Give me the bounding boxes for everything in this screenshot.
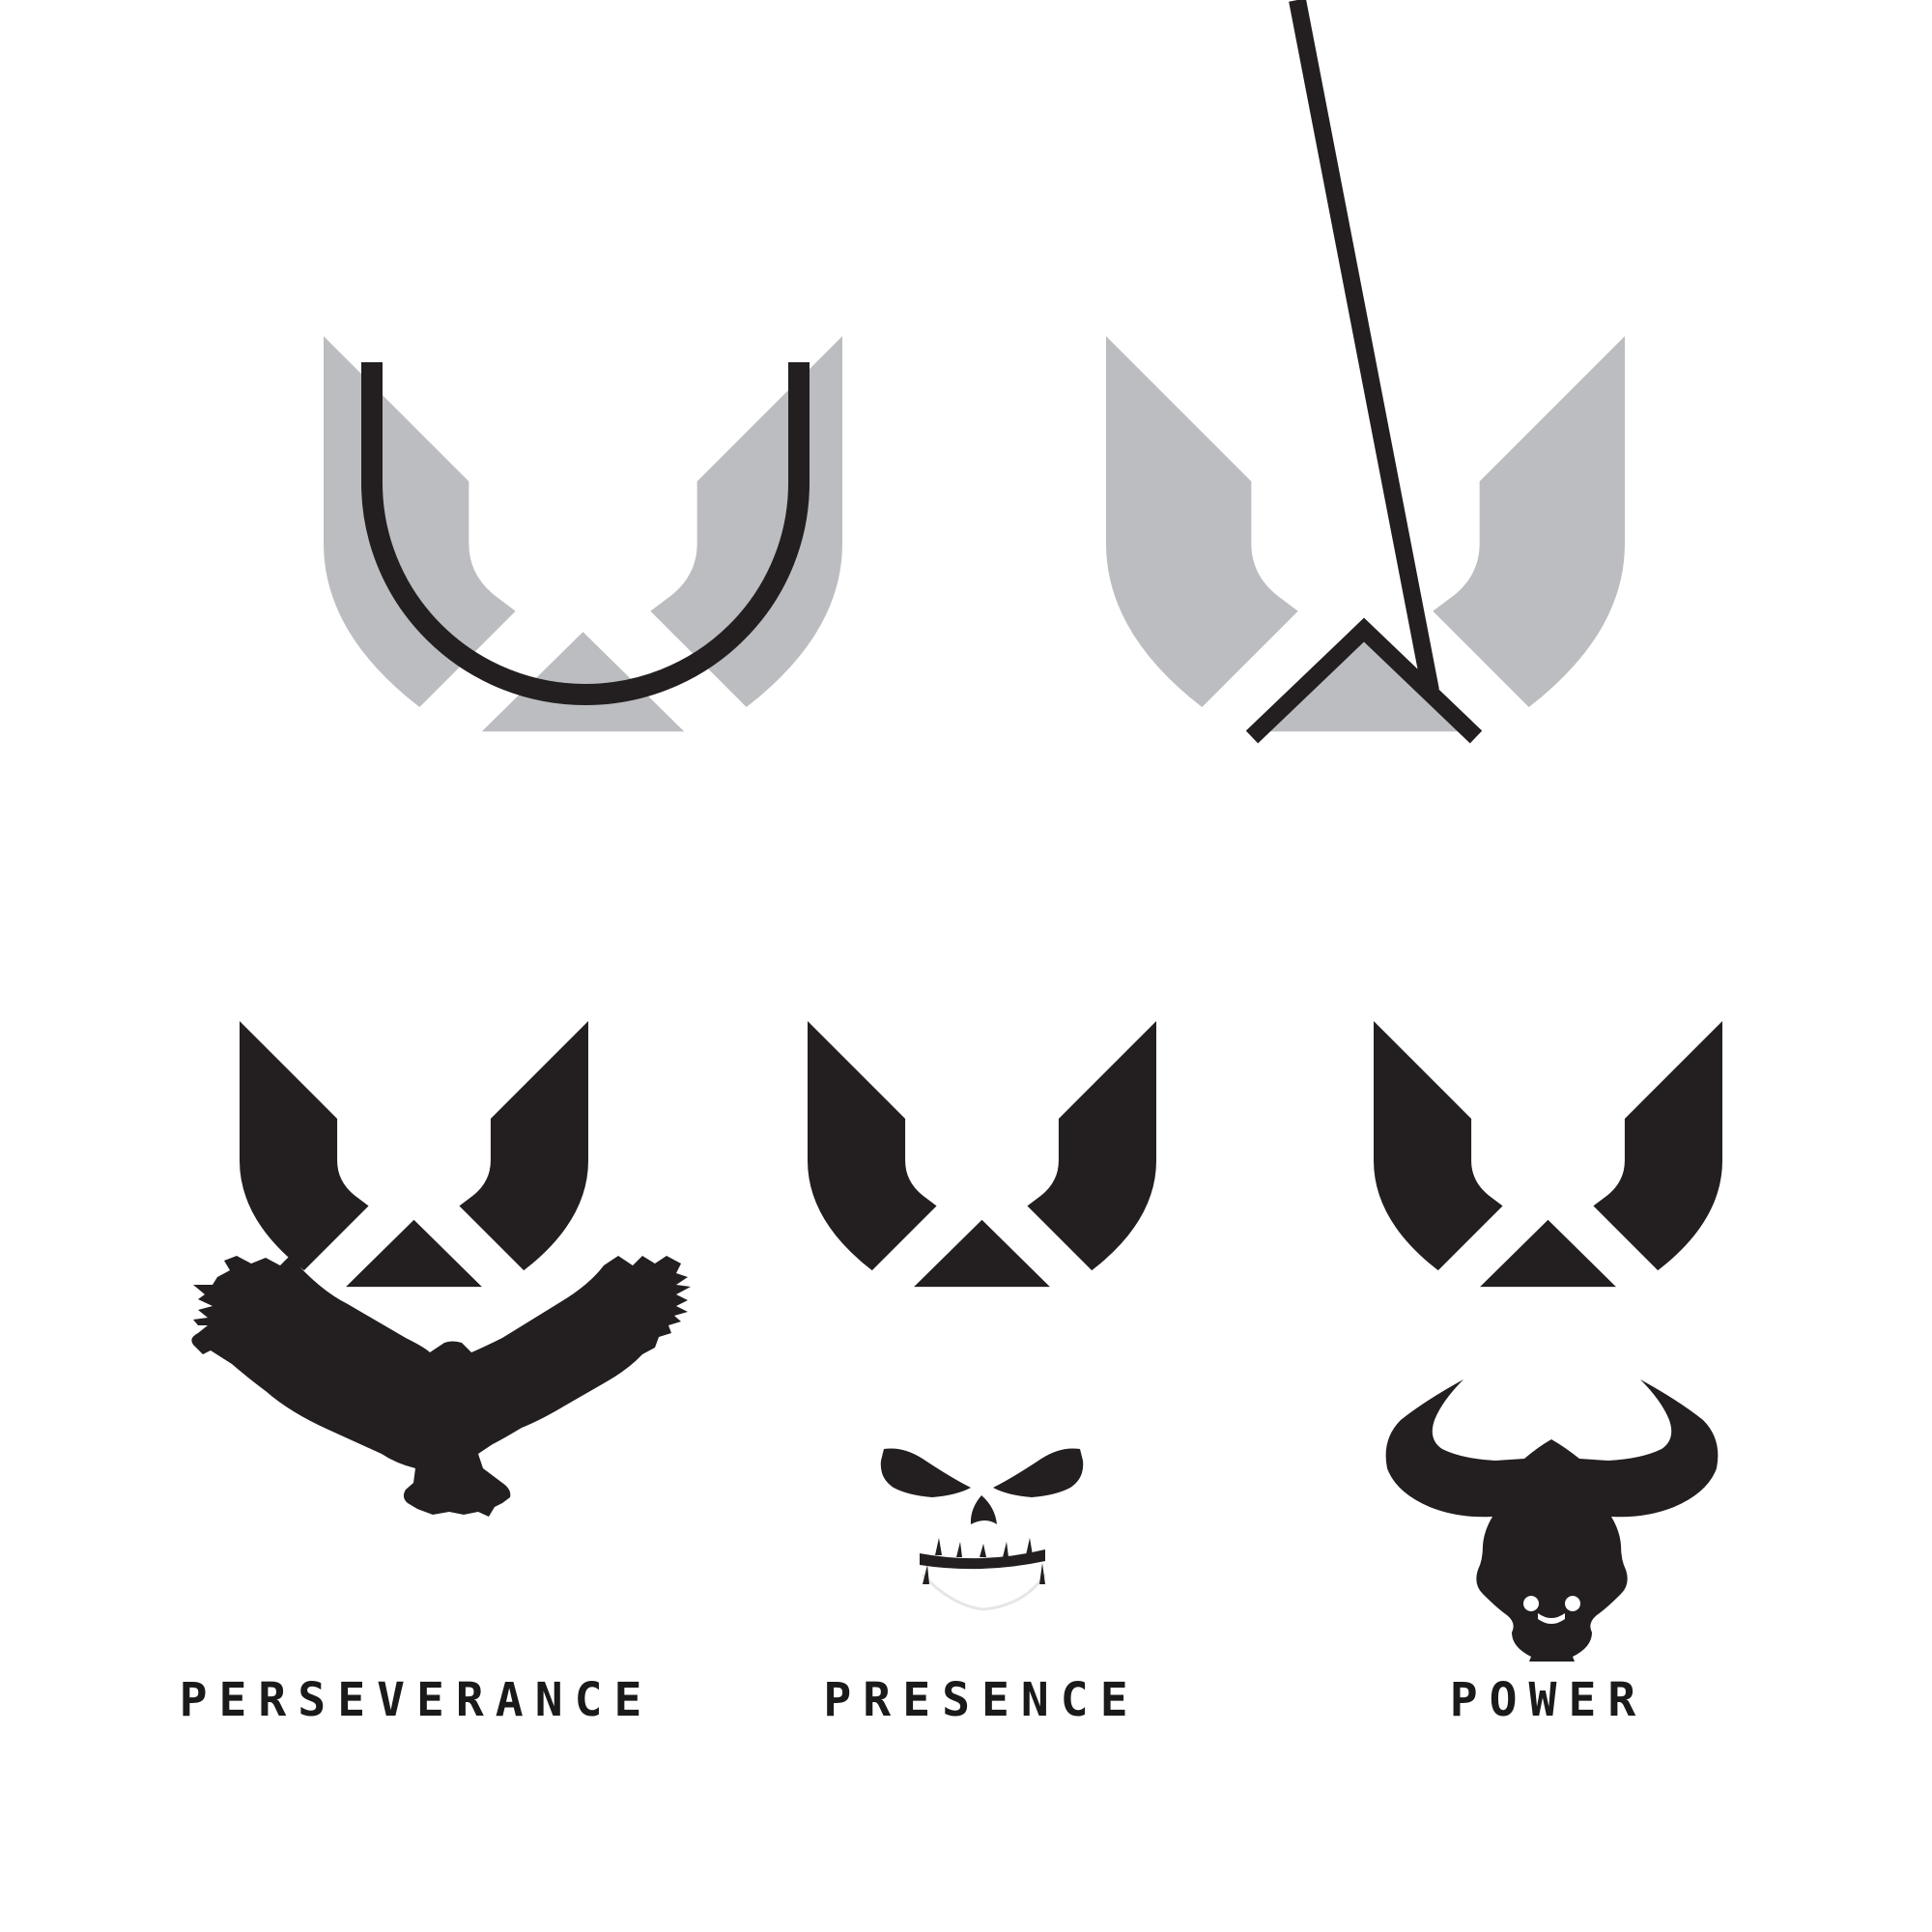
skull-jaw-outline xyxy=(921,1573,1047,1611)
skull-right-eye xyxy=(993,1448,1084,1497)
skull-teeth xyxy=(920,1538,1045,1584)
label-presence: PRESENCE xyxy=(823,1673,1140,1727)
logo-study-artboard xyxy=(191,0,1722,1662)
skull-icon xyxy=(880,1448,1084,1611)
w-logo-skull-variant xyxy=(808,1021,1156,1288)
w-logo-a-construction xyxy=(1106,0,1625,744)
bull-icon xyxy=(1385,1379,1719,1662)
label-power: POWER xyxy=(1449,1673,1648,1727)
skull-nose xyxy=(970,1495,997,1524)
w-logo-bull-variant xyxy=(1374,1021,1722,1288)
a-letter-outline xyxy=(1245,0,1483,744)
label-perseverance: PERSEVERANCE xyxy=(179,1673,654,1727)
w-logo-u-construction xyxy=(324,336,842,732)
w-logo-eagle-variant xyxy=(240,1021,588,1288)
skull-left-eye xyxy=(880,1448,971,1497)
eagle-icon xyxy=(191,1256,692,1517)
